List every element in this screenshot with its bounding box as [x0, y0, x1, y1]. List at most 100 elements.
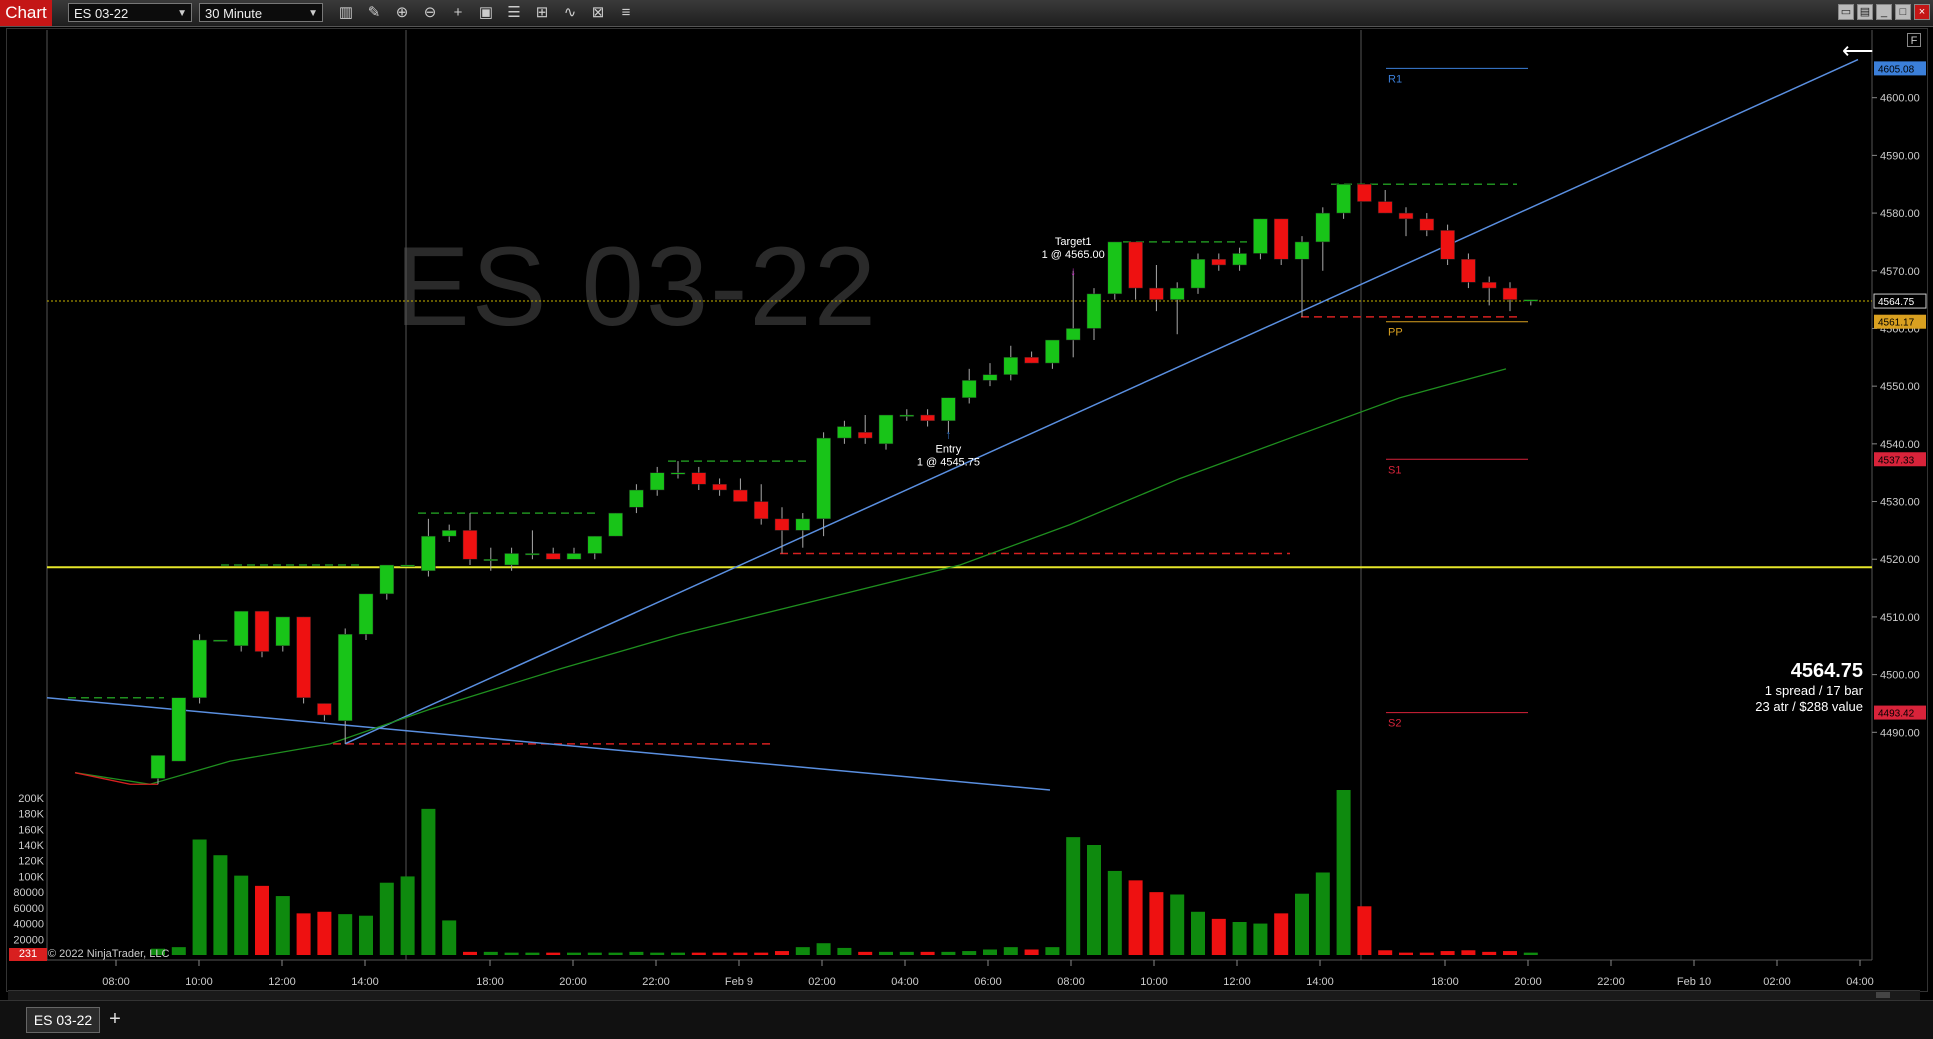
candle-body [441, 530, 457, 537]
candle-body [525, 553, 540, 556]
x-tick-label: 20:00 [1514, 976, 1542, 988]
volume-bar [463, 951, 477, 955]
last-price-marker-text: 4564.75 [1878, 297, 1915, 308]
pivot-marker-text: 4493.42 [1878, 709, 1915, 720]
candle-body [941, 397, 956, 422]
candle-body [545, 553, 561, 560]
candle-body [504, 553, 519, 566]
pivot-marker-text: 4561.17 [1878, 318, 1915, 329]
target-detail: 1 @ 4565.00 [1042, 249, 1105, 261]
candle-body [1086, 293, 1102, 329]
candle-body [254, 610, 270, 652]
candle-body [1440, 230, 1455, 260]
volume-bar [546, 952, 561, 955]
x-tick-label: 04:00 [1846, 976, 1874, 988]
volume-bar [1170, 894, 1185, 955]
candle-body [1336, 183, 1351, 214]
candle-body [1065, 328, 1081, 341]
candle-body [1398, 212, 1414, 220]
volume-bar [525, 952, 540, 955]
x-tick-label: 22:00 [642, 976, 670, 988]
volume-bar [899, 951, 914, 955]
volume-tick-label: 40000 [13, 919, 44, 931]
f-button[interactable]: F [1907, 33, 1921, 47]
volume-bar [1087, 845, 1101, 955]
volume-bar [1107, 870, 1122, 955]
volume-bar [629, 951, 644, 955]
volume-bar [379, 882, 394, 955]
candle-body [317, 703, 332, 716]
atr-info: 23 atr / $288 value [1755, 699, 1863, 714]
volume-bar [879, 951, 893, 955]
volume-bar [1461, 950, 1476, 955]
volume-bar [1523, 952, 1538, 955]
arrow-left-icon[interactable]: ⟵ [1842, 38, 1874, 64]
candle-body [733, 489, 748, 502]
add-tab-button[interactable]: + [104, 1007, 126, 1031]
candle-body [795, 518, 811, 531]
candle-body [1273, 218, 1289, 260]
price-info-box: 4564.75 1 spread / 17 bar 23 atr / $288 … [1755, 660, 1863, 715]
candle-body [379, 564, 395, 595]
volume-bar [1191, 911, 1205, 955]
volume-bar [1357, 906, 1372, 955]
target-label: Target1 [1055, 236, 1092, 248]
tab-instrument[interactable]: ES 03-22 [26, 1007, 100, 1033]
candle-body [275, 616, 291, 647]
candle-body [1481, 282, 1497, 289]
spread-info: 1 spread / 17 bar [1764, 683, 1863, 698]
volume-bar [483, 951, 498, 955]
candle-body [1003, 357, 1019, 375]
y-tick-label: 4570.00 [1880, 266, 1920, 278]
y-tick-label: 4540.00 [1880, 439, 1920, 451]
volume-bar [816, 943, 831, 955]
candle-body [566, 553, 582, 560]
candle-body [608, 512, 623, 537]
candle-body [1211, 258, 1227, 266]
volume-bar [650, 952, 665, 955]
volume-bar [1232, 922, 1247, 955]
x-tick-label: 18:00 [1431, 976, 1459, 988]
volume-bar [1399, 952, 1413, 955]
volume-bar [400, 876, 415, 955]
horizontal-scrollbar[interactable] [8, 990, 1920, 1000]
candle-body [1128, 241, 1143, 289]
volume-bar [1003, 947, 1018, 955]
x-tick-label: 10:00 [1140, 976, 1168, 988]
x-tick-label: 06:00 [974, 976, 1002, 988]
candle-body [150, 755, 166, 779]
volume-bar [962, 951, 977, 955]
volume-tick-label: 100K [18, 871, 44, 883]
candle-body [1149, 287, 1164, 300]
candle-body [1461, 258, 1476, 283]
pivot-label-r1: R1 [1388, 73, 1402, 85]
candle-body [1357, 183, 1372, 202]
price-chart[interactable]: 4490.00 4500.00 4510.00 4520.00 4530.00 4540.… [0, 0, 1933, 1000]
scroll-thumb[interactable] [1876, 992, 1890, 998]
current-price: 4564.75 [1790, 660, 1863, 682]
bar-count-badge: 231 [9, 948, 47, 961]
candle-body [878, 414, 894, 445]
volume-bar [421, 808, 436, 955]
candle-body [837, 426, 852, 439]
candle-body [337, 633, 353, 722]
volume-bar [920, 951, 935, 955]
x-tick-label: Feb 9 [725, 976, 753, 988]
entry-detail: 1 @ 4545.75 [917, 456, 980, 468]
volume-bar [1024, 949, 1039, 955]
y-tick-label: 4520.00 [1880, 554, 1920, 566]
candle-body [483, 558, 499, 561]
candle-body [1315, 212, 1331, 243]
candle-body [296, 616, 311, 698]
x-tick-label: 10:00 [185, 976, 213, 988]
volume-tick-label: 80000 [13, 887, 44, 899]
downtrend-line [46, 696, 1051, 791]
candle-body [1169, 287, 1185, 300]
pivot-label-pp: PP [1388, 327, 1403, 339]
volume-bar [1045, 947, 1060, 955]
entry-arrow-icon: ↑ [945, 427, 951, 441]
x-tick-label: Feb 10 [1677, 976, 1711, 988]
candle-body [774, 518, 790, 531]
candle-body [1232, 253, 1247, 266]
volume-bar [338, 914, 353, 955]
